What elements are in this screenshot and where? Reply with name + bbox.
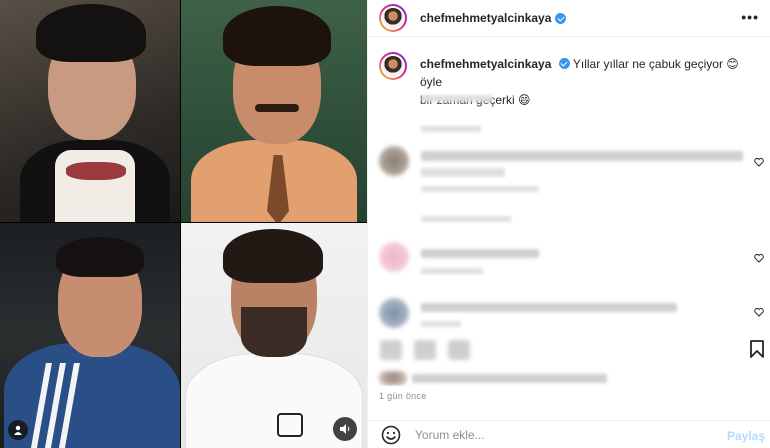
commenter-avatar[interactable] xyxy=(379,146,409,176)
blurred-comment-text xyxy=(421,303,677,312)
blurred-view-replies xyxy=(421,126,481,132)
comment-bar: Paylaş xyxy=(368,420,770,448)
caption-avatar[interactable] xyxy=(379,52,407,80)
caption-username[interactable]: chefmehmetyalcinkaya xyxy=(420,57,551,71)
avatar[interactable] xyxy=(379,4,407,32)
bookmark-icon[interactable] xyxy=(749,340,765,358)
liked-by-avatars[interactable] xyxy=(379,371,407,385)
photo-young-bowtie xyxy=(0,0,180,222)
photo-chef-white xyxy=(181,223,367,448)
verified-badge-icon xyxy=(558,58,570,69)
commenter-avatar[interactable] xyxy=(379,298,409,328)
verified-badge-icon xyxy=(555,12,567,24)
sound-icon[interactable] xyxy=(333,417,357,441)
header-username[interactable]: chefmehmetyalcinkaya xyxy=(420,11,551,25)
heart-icon[interactable] xyxy=(754,253,764,263)
blurred-comment-meta xyxy=(421,321,461,327)
post-header: chefmehmetyalcinkaya ••• xyxy=(368,0,770,37)
time-overlap xyxy=(378,386,438,392)
photo-chef-jacket xyxy=(0,223,180,448)
photo-young-tie xyxy=(181,0,367,222)
blurred-comment-text xyxy=(421,151,743,161)
comment-input[interactable] xyxy=(415,427,705,442)
blurred-view-replies xyxy=(421,216,511,222)
action-bar xyxy=(368,336,770,366)
blurred-comment-text xyxy=(421,249,539,258)
post-comment-button[interactable]: Paylaş xyxy=(727,429,765,443)
blurred-likes-text xyxy=(412,374,607,383)
blurred-comment-text xyxy=(421,168,505,177)
comment-icon[interactable] xyxy=(414,340,436,360)
share-icon[interactable] xyxy=(448,340,470,360)
more-options-icon[interactable]: ••• xyxy=(741,9,759,25)
heart-icon[interactable] xyxy=(754,307,764,317)
post-sidebar: chefmehmetyalcinkaya ••• chefmehmetyalci… xyxy=(367,0,770,448)
blurred-comment-meta xyxy=(421,186,539,192)
post-media[interactable] xyxy=(0,0,367,448)
like-icon[interactable] xyxy=(380,340,402,360)
emoji-icon[interactable] xyxy=(381,425,401,445)
commenter-avatar[interactable] xyxy=(379,242,409,272)
heart-icon[interactable] xyxy=(754,157,764,167)
instagram-post: chefmehmetyalcinkaya ••• chefmehmetyalci… xyxy=(0,0,770,448)
blurred-caption-meta xyxy=(421,95,493,102)
user-tag-icon[interactable] xyxy=(8,420,28,440)
blurred-comment-meta xyxy=(421,268,483,274)
post-time[interactable]: 1 gün önce xyxy=(379,391,427,401)
